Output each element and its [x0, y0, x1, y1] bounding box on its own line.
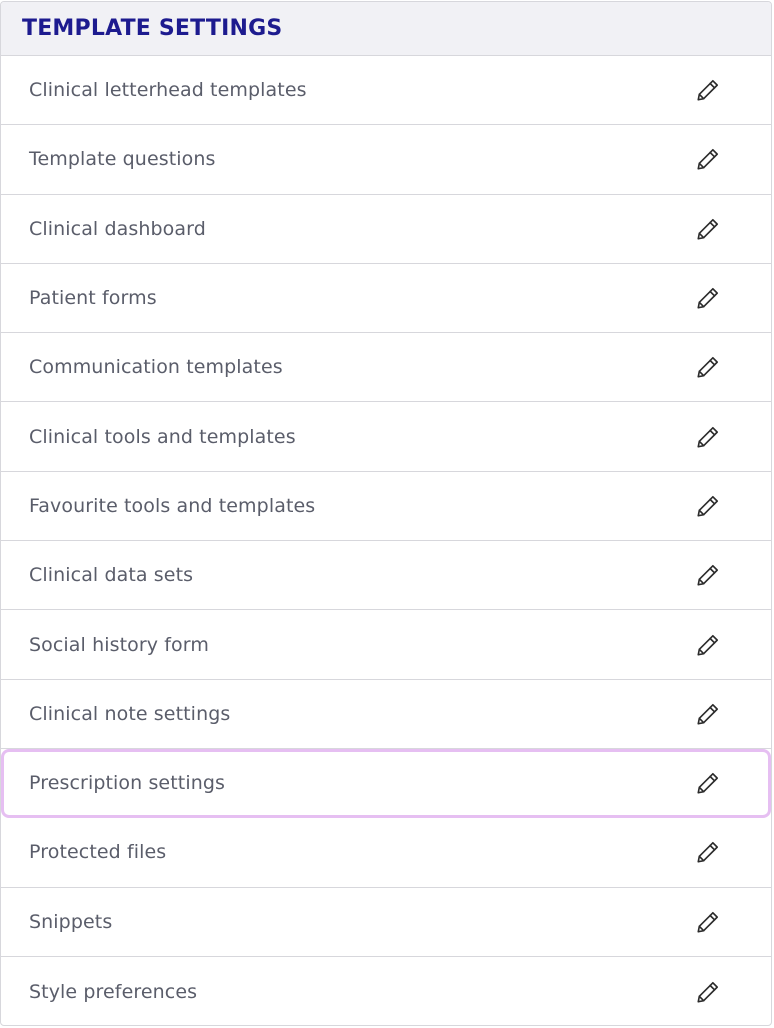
settings-row[interactable]: Prescription settings — [1, 748, 771, 819]
edit-button[interactable] — [693, 491, 723, 521]
edit-button[interactable] — [693, 977, 723, 1007]
pencil-icon — [695, 770, 721, 796]
edit-button[interactable] — [693, 768, 723, 798]
pencil-icon — [695, 979, 721, 1005]
settings-row[interactable]: Protected files — [1, 818, 771, 888]
settings-row[interactable]: Clinical dashboard — [1, 195, 771, 264]
settings-row-label: Template questions — [29, 148, 216, 171]
settings-row[interactable]: Communication templates — [1, 333, 771, 403]
pencil-icon — [695, 909, 721, 935]
pencil-icon — [695, 493, 721, 519]
settings-row[interactable]: Template questions — [1, 125, 771, 195]
pencil-icon — [695, 632, 721, 658]
edit-button[interactable] — [693, 907, 723, 937]
pencil-icon — [695, 285, 721, 311]
settings-row[interactable]: Clinical data sets — [1, 541, 771, 611]
settings-row-label: Clinical data sets — [29, 564, 194, 587]
settings-row[interactable]: Style preferences — [1, 957, 771, 1025]
settings-row[interactable]: Clinical tools and templates — [1, 402, 771, 472]
edit-button[interactable] — [693, 283, 723, 313]
edit-button[interactable] — [693, 144, 723, 174]
settings-row[interactable]: Favourite tools and templates — [1, 472, 771, 542]
settings-row-label: Protected files — [29, 841, 167, 864]
pencil-icon — [695, 424, 721, 450]
edit-button[interactable] — [693, 422, 723, 452]
settings-row-label: Style preferences — [29, 980, 198, 1003]
edit-button[interactable] — [693, 352, 723, 382]
settings-row-label: Clinical dashboard — [29, 217, 206, 240]
edit-button[interactable] — [693, 699, 723, 729]
settings-row-label: Clinical letterhead templates — [29, 79, 307, 102]
pencil-icon — [695, 839, 721, 865]
settings-row-label: Clinical note settings — [29, 702, 231, 725]
pencil-icon — [695, 216, 721, 242]
edit-button[interactable] — [693, 560, 723, 590]
edit-button[interactable] — [693, 214, 723, 244]
pencil-icon — [695, 701, 721, 727]
pencil-icon — [695, 77, 721, 103]
edit-button[interactable] — [693, 837, 723, 867]
panel-title: TEMPLATE SETTINGS — [22, 16, 283, 41]
edit-button[interactable] — [693, 75, 723, 105]
settings-row-label: Social history form — [29, 633, 209, 656]
settings-row-label: Clinical tools and templates — [29, 425, 296, 448]
settings-row[interactable]: Clinical letterhead templates — [1, 56, 771, 126]
pencil-icon — [695, 146, 721, 172]
settings-list: Clinical letterhead templates Template qu… — [1, 56, 771, 1025]
template-settings-panel: TEMPLATE SETTINGS Clinical letterhead te… — [0, 1, 772, 1026]
edit-button[interactable] — [693, 630, 723, 660]
pencil-icon — [695, 354, 721, 380]
panel-header: TEMPLATE SETTINGS — [1, 2, 771, 56]
settings-row[interactable]: Clinical note settings — [1, 680, 771, 749]
settings-row-label: Favourite tools and templates — [29, 494, 316, 517]
settings-row-label: Snippets — [29, 910, 113, 933]
settings-row-label: Prescription settings — [29, 772, 226, 795]
settings-row[interactable]: Patient forms — [1, 264, 771, 334]
pencil-icon — [695, 562, 721, 588]
settings-row[interactable]: Social history form — [1, 610, 771, 680]
settings-row-label: Communication templates — [29, 356, 283, 379]
settings-row-label: Patient forms — [29, 287, 157, 310]
settings-row[interactable]: Snippets — [1, 888, 771, 957]
